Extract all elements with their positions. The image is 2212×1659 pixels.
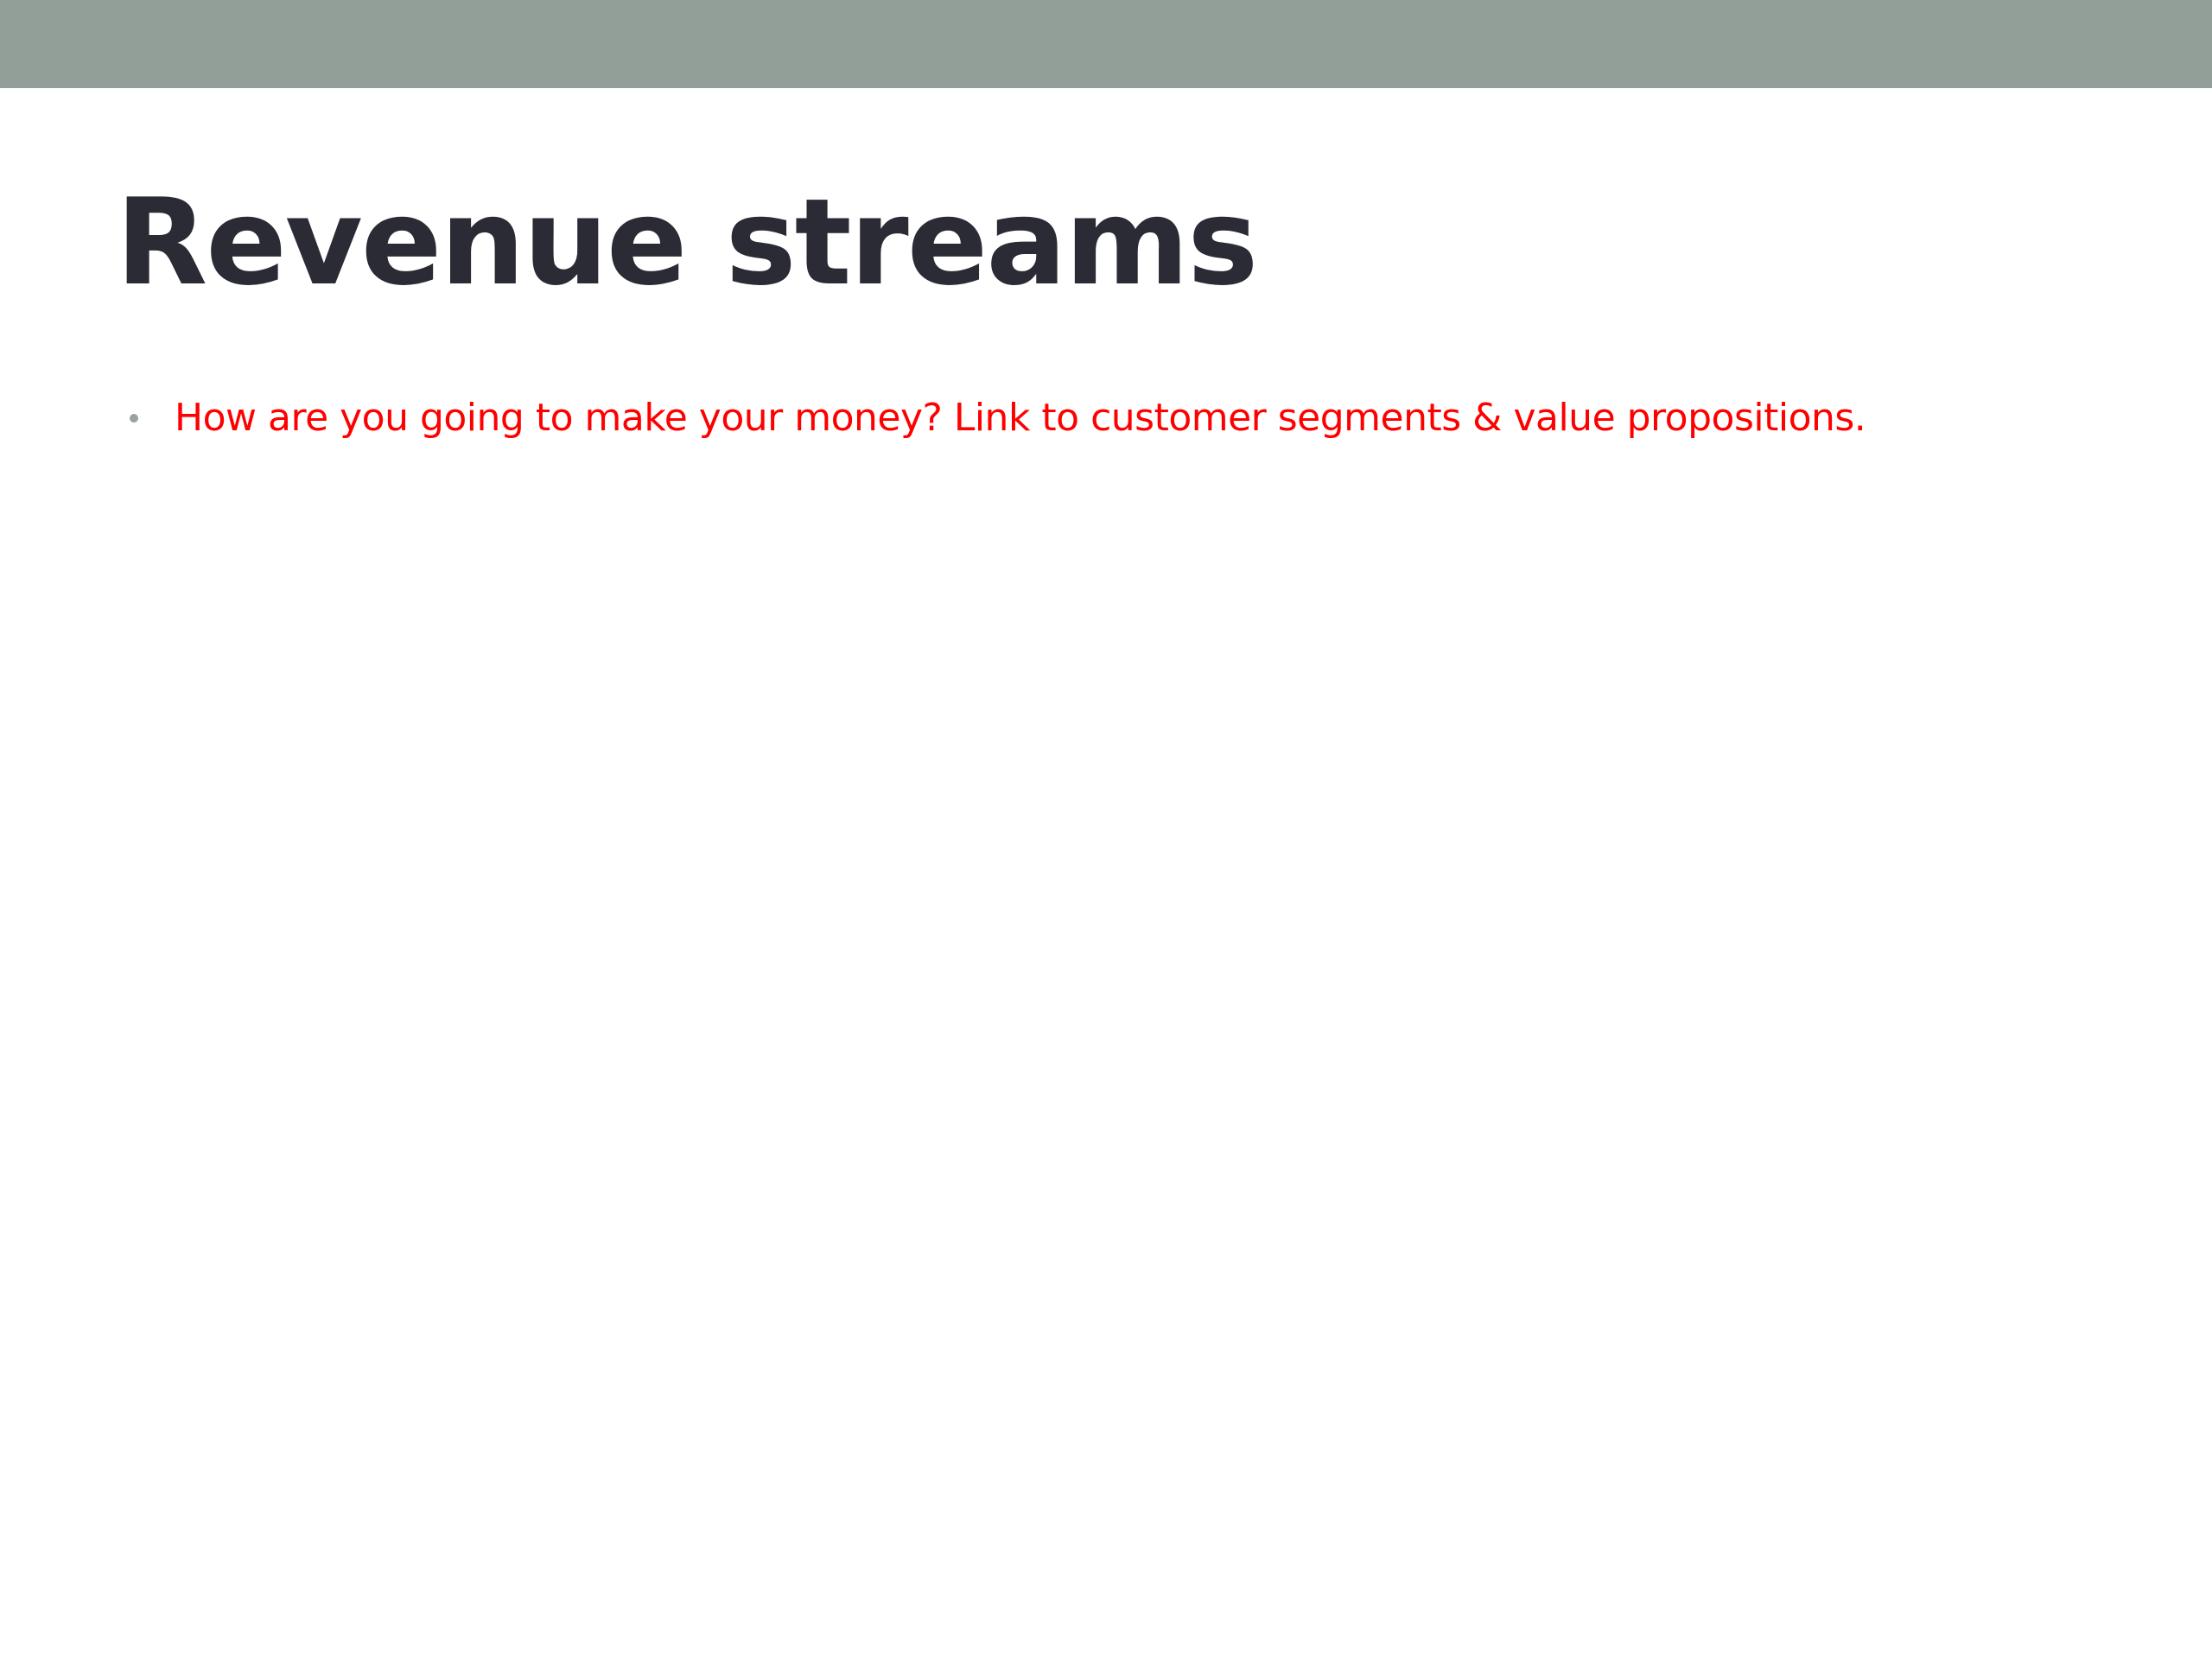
bullet-text: How are you going to make your money? Li… <box>175 396 1866 440</box>
top-band <box>0 0 2212 88</box>
bullet-dot-icon <box>130 414 138 423</box>
slide: Revenue streams How are you going to mak… <box>0 0 2212 1659</box>
slide-title: Revenue streams <box>116 173 1258 312</box>
bullet-item: How are you going to make your money? Li… <box>130 396 2117 442</box>
bullet-list: How are you going to make your money? Li… <box>130 396 2117 442</box>
